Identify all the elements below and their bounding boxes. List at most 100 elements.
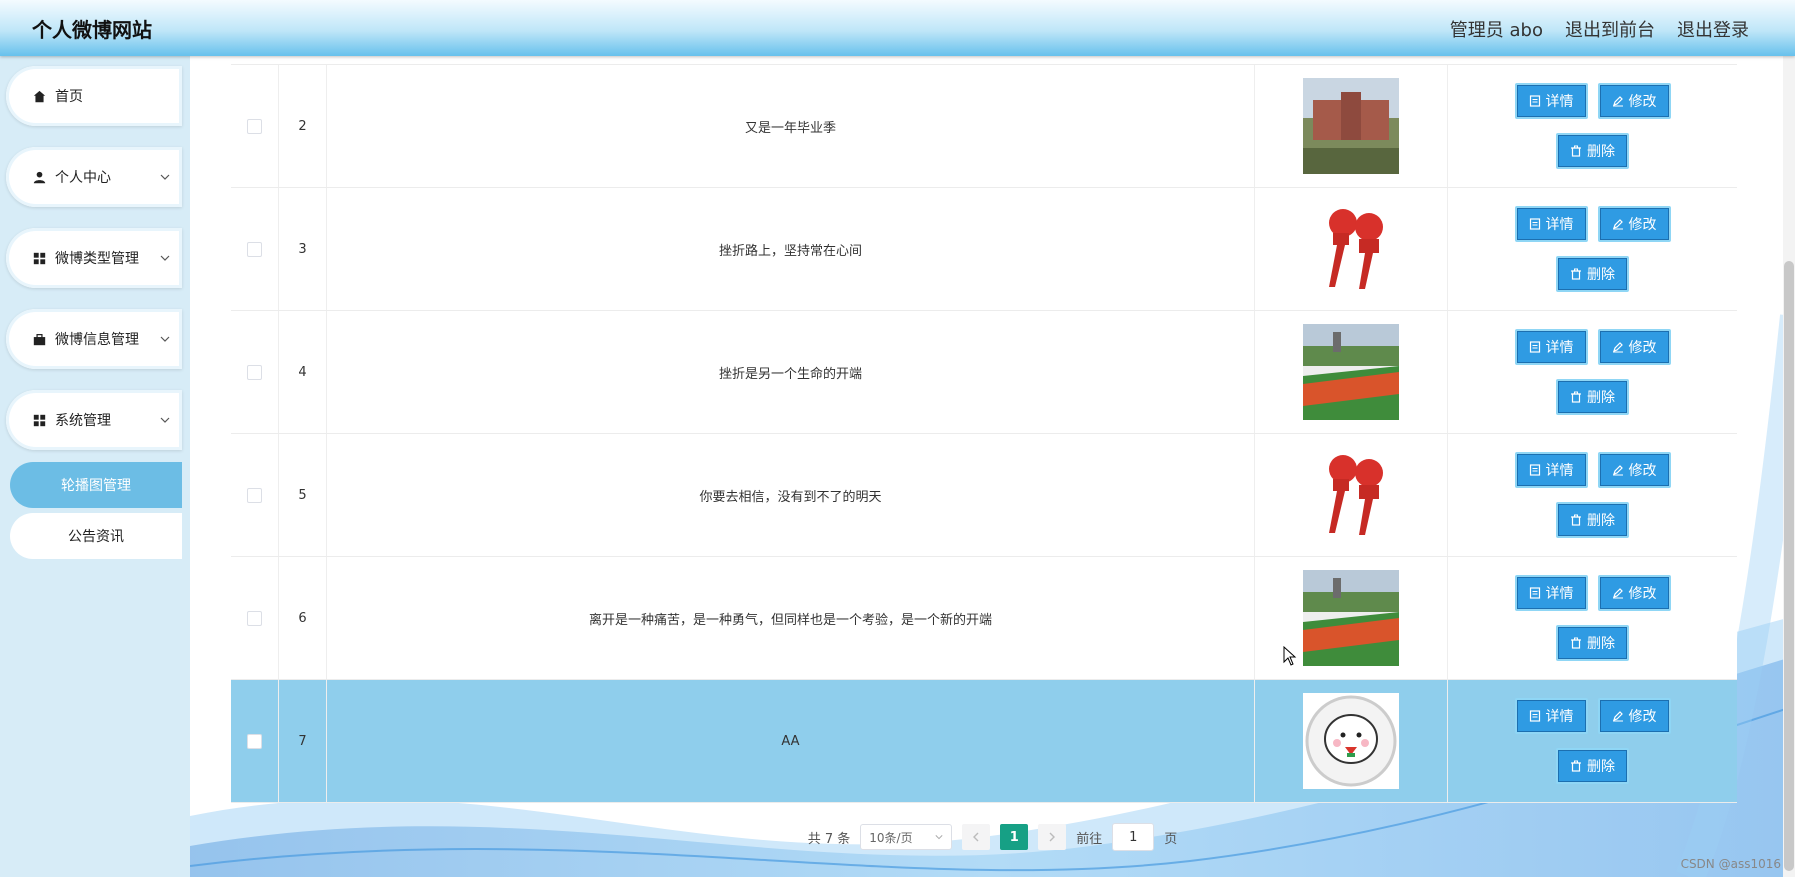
detail-label: 详情 <box>1545 340 1574 356</box>
sidebar-subitem-carousel[interactable]: 轮播图管理 <box>10 462 182 508</box>
edit-label: 修改 <box>1628 586 1657 602</box>
row-title: 又是一年毕业季 <box>327 65 1255 187</box>
sidebar-item-weibo-info[interactable]: 微博信息管理 <box>6 309 182 369</box>
row-thumbnail-sports-field[interactable] <box>1303 324 1399 420</box>
sidebar-item-personal-center[interactable]: 个人中心 <box>6 147 182 207</box>
row-checkbox-cell <box>231 65 279 187</box>
trash-icon <box>1571 637 1581 649</box>
sidebar-item-label: 微博类型管理 <box>55 251 139 267</box>
logout-link[interactable]: 退出登录 <box>1677 16 1749 42</box>
page-number-button[interactable]: 1 <box>1000 824 1029 850</box>
row-index: 3 <box>279 188 327 310</box>
row-thumbnail-campus-building[interactable] <box>1303 78 1399 174</box>
table-row[interactable]: 3 挫折路上，坚持常在心间 详情 修改 删除 <box>231 188 1737 311</box>
back-to-front-link[interactable]: 退出到前台 <box>1565 16 1655 42</box>
detail-button[interactable]: 详情 <box>1514 329 1588 365</box>
chevron-left-icon <box>973 832 979 842</box>
table-row[interactable]: 4 挫折是另一个生命的开端 详情 修改 删除 <box>231 311 1737 434</box>
row-image-cell <box>1255 434 1448 556</box>
briefcase-icon <box>31 331 47 347</box>
admin-user-link[interactable]: 管理员 abo <box>1450 16 1543 42</box>
edit-button[interactable]: 修改 <box>1597 206 1671 242</box>
edit-label: 修改 <box>1628 709 1657 725</box>
mouse-cursor-icon <box>1283 646 1297 666</box>
row-checkbox[interactable] <box>247 241 262 257</box>
page-unit-label: 页 <box>1164 831 1178 847</box>
row-checkbox-cell <box>231 188 279 310</box>
table-row[interactable]: 2 又是一年毕业季 详情 修改 删除 <box>231 65 1737 188</box>
edit-label: 修改 <box>1628 94 1657 110</box>
detail-label: 详情 <box>1545 217 1574 233</box>
goto-page-input[interactable]: 1 <box>1112 823 1155 851</box>
detail-button[interactable]: 详情 <box>1514 206 1588 242</box>
pencil-icon <box>1612 96 1623 107</box>
edit-button[interactable]: 修改 <box>1597 698 1671 734</box>
trash-icon <box>1571 760 1581 772</box>
detail-button[interactable]: 详情 <box>1514 698 1588 734</box>
row-actions: 详情 修改 删除 <box>1448 311 1737 433</box>
home-icon <box>31 88 47 104</box>
next-page-button[interactable] <box>1038 824 1067 850</box>
delete-button[interactable]: 删除 <box>1556 133 1629 169</box>
row-index: 5 <box>279 434 327 556</box>
delete-label: 删除 <box>1587 636 1615 652</box>
row-checkbox-cell <box>231 434 279 556</box>
delete-label: 删除 <box>1587 144 1615 160</box>
edit-button[interactable]: 修改 <box>1597 575 1671 611</box>
detail-button[interactable]: 详情 <box>1514 83 1588 119</box>
vertical-scrollbar[interactable] <box>1783 56 1795 877</box>
delete-label: 删除 <box>1587 267 1615 283</box>
row-thumbnail-sports-field[interactable] <box>1303 570 1399 666</box>
sidebar-item-system[interactable]: 系统管理 <box>6 390 182 450</box>
sidebar: 首页 个人中心 微博类型管理 微博信息管理 系统管理 轮播图管理 公告资讯 <box>0 56 190 877</box>
edit-label: 修改 <box>1628 217 1657 233</box>
sidebar-item-home[interactable]: 首页 <box>6 66 182 126</box>
goto-label: 前往 <box>1076 831 1103 847</box>
row-thumbnail-live-microphones[interactable] <box>1303 201 1399 297</box>
delete-button[interactable]: 删除 <box>1556 625 1629 661</box>
sidebar-subitem-announcements[interactable]: 公告资讯 <box>10 513 182 559</box>
pencil-icon <box>1612 342 1623 353</box>
table-row <box>231 56 1737 65</box>
row-actions: 详情 修改 删除 <box>1448 680 1737 802</box>
site-title: 个人微博网站 <box>32 18 152 42</box>
edit-label: 修改 <box>1628 463 1657 479</box>
delete-button[interactable]: 删除 <box>1556 379 1629 415</box>
edit-button[interactable]: 修改 <box>1597 452 1671 488</box>
row-image-cell <box>1255 188 1448 310</box>
pencil-icon <box>1612 465 1623 476</box>
trash-icon <box>1571 145 1581 157</box>
row-checkbox[interactable] <box>247 364 262 380</box>
row-thumbnail-cartoon-face[interactable] <box>1303 693 1399 789</box>
delete-button[interactable]: 删除 <box>1556 502 1629 538</box>
row-thumbnail-live-microphones[interactable] <box>1303 447 1399 543</box>
row-checkbox[interactable] <box>247 487 262 503</box>
row-checkbox[interactable] <box>247 118 262 134</box>
table-row[interactable]: 7 AA 详情 修改 删除 <box>231 680 1737 803</box>
trash-icon <box>1571 391 1581 403</box>
sidebar-item-weibo-type[interactable]: 微博类型管理 <box>6 228 182 288</box>
edit-button[interactable]: 修改 <box>1597 329 1671 365</box>
page-size-value: 10条/页 <box>869 830 913 845</box>
table-row[interactable]: 6 离开是一种痛苦，是一种勇气，但同样也是一个考验，是一个新的开端 详情 修改 … <box>231 557 1737 680</box>
row-title: 你要去相信，没有到不了的明天 <box>327 434 1255 556</box>
scrollbar-thumb[interactable] <box>1784 261 1794 871</box>
chevron-right-icon <box>1049 832 1056 842</box>
row-checkbox-cell <box>231 680 279 802</box>
row-checkbox[interactable] <box>247 733 262 749</box>
delete-button[interactable]: 删除 <box>1556 748 1629 784</box>
detail-button[interactable]: 详情 <box>1514 575 1588 611</box>
table-row[interactable]: 5 你要去相信，没有到不了的明天 详情 修改 删除 <box>231 434 1737 557</box>
detail-button[interactable]: 详情 <box>1514 452 1588 488</box>
chevron-down-icon <box>160 174 170 180</box>
edit-button[interactable]: 修改 <box>1597 83 1671 119</box>
delete-label: 删除 <box>1587 390 1615 406</box>
detail-label: 详情 <box>1545 463 1574 479</box>
page-size-select[interactable]: 10条/页 <box>860 824 953 850</box>
row-checkbox[interactable] <box>247 610 262 626</box>
row-title: 挫折是另一个生命的开端 <box>327 311 1255 433</box>
prev-page-button[interactable] <box>962 824 991 850</box>
pencil-icon <box>1612 219 1623 230</box>
document-icon <box>1529 464 1540 476</box>
delete-button[interactable]: 删除 <box>1556 256 1629 292</box>
